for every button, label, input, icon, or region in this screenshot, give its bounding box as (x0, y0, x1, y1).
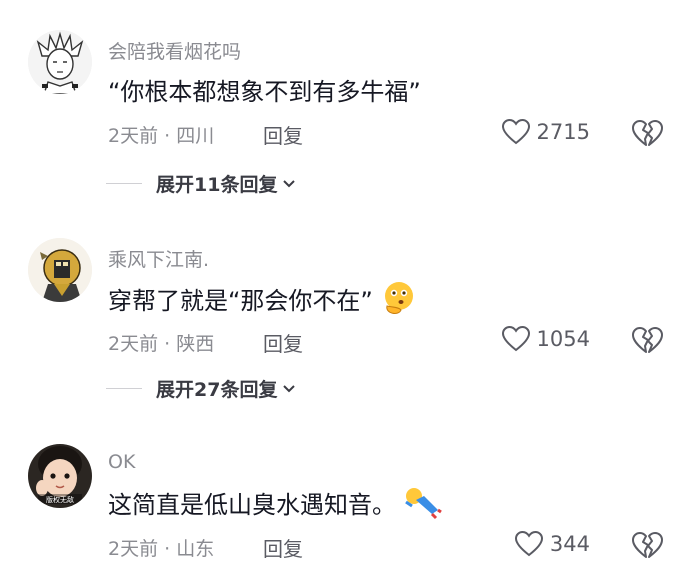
divider (106, 183, 142, 184)
avatar[interactable] (28, 30, 92, 94)
like-button[interactable]: 2715 (501, 118, 590, 146)
comment-meta: 2天前 · 四川 (108, 125, 215, 147)
chevron-down-icon (283, 384, 296, 392)
comment-meta: 2天前 · 山东 (108, 538, 215, 560)
expand-replies-button[interactable]: 展开27条回复 (106, 375, 297, 402)
divider (106, 388, 142, 389)
reply-button[interactable]: 回复 (263, 120, 303, 149)
heart-icon (501, 325, 530, 352)
heart-icon (501, 118, 530, 145)
comment-username[interactable]: 会陪我看烟花吗 (108, 37, 241, 64)
thinking-emoji-icon (384, 282, 413, 314)
expand-replies-label: 展开27条回复 (156, 379, 278, 401)
like-count: 344 (549, 532, 590, 556)
dislike-icon[interactable] (630, 325, 664, 355)
comment-text-body: 穿帮了就是“那会你不在” (108, 286, 373, 315)
dislike-icon[interactable] (630, 530, 664, 560)
reply-button[interactable]: 回复 (263, 328, 303, 357)
avatar[interactable]: 版权无敌 (28, 444, 92, 508)
comment-text-body: 这简直是低山臭水遇知音。 (108, 490, 396, 519)
heart-icon (514, 530, 543, 557)
comment-username[interactable]: OK (108, 451, 135, 473)
reply-button[interactable]: 回复 (263, 533, 303, 562)
comment-text-body: “你根本都想象不到有多牛福” (108, 78, 421, 106)
chevron-down-icon (283, 179, 296, 187)
falling-emoji-icon (405, 488, 442, 520)
comment-text: 这简直是低山臭水遇知音。 (108, 484, 442, 520)
comment-username[interactable]: 乘风下江南. (108, 245, 209, 272)
dislike-icon[interactable] (630, 118, 664, 148)
like-count: 2715 (536, 120, 590, 144)
expand-replies-button[interactable]: 展开11条回复 (106, 170, 297, 197)
expand-replies-label: 展开11条回复 (156, 174, 278, 196)
comment-text: 穿帮了就是“那会你不在” (108, 280, 419, 316)
comment-text: “你根本都想象不到有多牛福” (108, 72, 421, 107)
like-button[interactable]: 1054 (501, 325, 590, 353)
avatar-caption: 版权无敌 (46, 495, 74, 504)
avatar[interactable] (28, 238, 92, 302)
like-button[interactable]: 344 (514, 530, 590, 558)
like-count: 1054 (536, 327, 590, 351)
comment-meta: 2天前 · 陕西 (108, 333, 215, 355)
